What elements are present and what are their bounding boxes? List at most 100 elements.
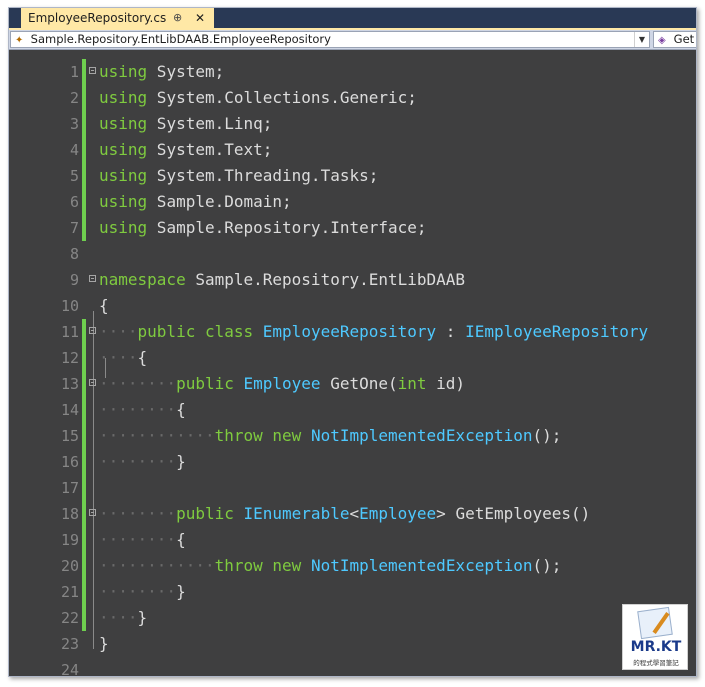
code-editor[interactable]: 1 using System; 2 using System.Collections.… — [9, 50, 696, 676]
code-token: } — [99, 634, 109, 653]
whitespace-marker: ········ — [99, 452, 177, 471]
line-number: 15 — [60, 427, 79, 445]
code-token: Employee — [359, 504, 437, 523]
collapse-icon[interactable] — [89, 327, 96, 334]
code-line[interactable]: 24 — [9, 657, 696, 677]
code-line[interactable]: 19 ········{ — [9, 527, 696, 553]
code-line[interactable]: 4 using System.Text; — [9, 137, 696, 163]
code-line[interactable]: 20 ············throw new NotImplementedEx… — [9, 553, 696, 579]
code-token: System.Threading.Tasks; — [147, 166, 379, 185]
code-line[interactable]: 2 using System.Collections.Generic; — [9, 85, 696, 111]
pin-icon[interactable]: ⊕ — [173, 8, 182, 28]
line-number: 24 — [60, 661, 79, 677]
change-indicator — [82, 111, 86, 137]
line-number: 22 — [60, 609, 79, 627]
code-line[interactable]: 15 ············throw new NotImplementedEx… — [9, 423, 696, 449]
chevron-down-icon[interactable]: ▼ — [634, 32, 649, 47]
member-dropdown[interactable]: ◈ Get — [653, 31, 696, 48]
code-line[interactable]: 12 ····{ — [9, 345, 696, 371]
code-text: ········public IEnumerable<Employee> Get… — [99, 501, 590, 527]
tab-employeerepository[interactable]: EmployeeRepository.cs ⊕ ✕ — [21, 8, 214, 28]
navigation-bar: ✦ Sample.Repository.EntLibDAAB.EmployeeR… — [9, 30, 696, 50]
code-line[interactable]: 10 { — [9, 293, 696, 319]
code-token: IEnumerable — [243, 504, 350, 523]
code-token: class — [204, 322, 254, 341]
code-line[interactable]: 14 ········{ — [9, 397, 696, 423]
line-number: 9 — [69, 271, 79, 289]
code-token: using — [99, 62, 148, 81]
code-text: ············throw new NotImplementedExce… — [99, 423, 561, 449]
code-token: id) — [426, 374, 466, 393]
code-text: ············throw new NotImplementedExce… — [99, 553, 561, 579]
collapse-icon[interactable] — [89, 509, 96, 516]
change-indicator — [82, 579, 86, 605]
change-indicator — [82, 501, 86, 527]
code-line[interactable]: 23} — [9, 631, 696, 657]
code-text: namespace Sample.Repository.EntLibDAAB — [99, 267, 465, 293]
collapse-icon[interactable] — [89, 275, 96, 282]
line-number: 7 — [69, 219, 79, 237]
type-dropdown[interactable]: ✦ Sample.Repository.EntLibDAAB.EmployeeR… — [10, 31, 650, 48]
line-number: 2 — [69, 89, 79, 107]
code-token: Sample.Domain; — [147, 192, 292, 211]
code-token: System.Collections.Generic; — [147, 88, 417, 107]
code-line[interactable]: 8 — [9, 241, 696, 267]
code-line[interactable]: 9 namespace Sample.Repository.EntLibDAAB — [9, 267, 696, 293]
whitespace-marker: ············ — [99, 426, 215, 445]
code-text: using Sample.Domain; — [99, 189, 292, 215]
code-line[interactable]: 21 ········} — [9, 579, 696, 605]
code-text: ········{ — [99, 397, 186, 423]
code-line[interactable]: 5 using System.Threading.Tasks; — [9, 163, 696, 189]
code-line[interactable]: 16 ········} — [9, 449, 696, 475]
code-token: { — [137, 348, 148, 367]
code-token: { — [99, 296, 109, 315]
line-number: 13 — [60, 375, 79, 393]
change-indicator — [82, 527, 86, 553]
code-token: IEmployeeRepository — [465, 322, 649, 341]
line-number: 23 — [60, 635, 79, 653]
line-number: 3 — [69, 115, 79, 133]
whitespace-marker: ········ — [99, 504, 177, 523]
code-line[interactable]: 22 ····} — [9, 605, 696, 631]
collapse-icon[interactable] — [89, 67, 96, 74]
change-indicator — [82, 397, 86, 423]
line-number: 4 — [69, 141, 79, 159]
code-token: using — [99, 192, 148, 211]
type-path: Sample.Repository.EntLibDAAB.EmployeeRep… — [30, 32, 331, 46]
code-token: NotImplementedException — [310, 426, 533, 445]
line-number: 16 — [60, 453, 79, 471]
code-token: System; — [147, 62, 225, 81]
whitespace-marker: ········ — [99, 582, 177, 601]
close-icon[interactable]: ✕ — [195, 8, 205, 28]
line-number: 8 — [69, 245, 79, 263]
code-line[interactable]: 11 ····public class EmployeeRepository : … — [9, 319, 696, 345]
code-token: public — [176, 504, 234, 523]
code-text: } — [99, 631, 109, 657]
code-text: ····} — [99, 605, 147, 631]
watermark-subtitle: 的程式學習筆記 — [633, 659, 679, 667]
code-line[interactable]: 3 using System.Linq; — [9, 111, 696, 137]
collapse-icon[interactable] — [89, 379, 96, 386]
code-token: (); — [532, 556, 562, 575]
code-line[interactable]: 17 — [9, 475, 696, 501]
code-token: Employee — [243, 374, 321, 393]
change-indicator — [82, 189, 86, 215]
change-indicator — [82, 137, 86, 163]
code-token: new — [272, 556, 302, 575]
code-line[interactable]: 6 using Sample.Domain; — [9, 189, 696, 215]
change-indicator — [82, 475, 86, 501]
code-token: throw — [214, 556, 263, 575]
code-line[interactable]: 13 ········public Employee GetOne(int id) — [9, 371, 696, 397]
change-indicator — [82, 449, 86, 475]
code-line[interactable]: 18 ········public IEnumerable<Employee> G… — [9, 501, 696, 527]
code-line[interactable]: 7 using Sample.Repository.Interface; — [9, 215, 696, 241]
change-indicator — [82, 423, 86, 449]
code-line[interactable]: 1 using System; — [9, 59, 696, 85]
change-indicator — [82, 163, 86, 189]
